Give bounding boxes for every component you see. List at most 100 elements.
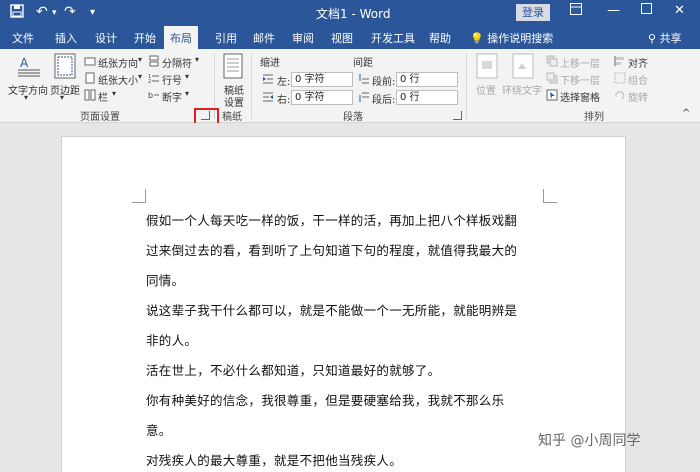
- position-icon: [476, 53, 498, 79]
- crop-mark: [543, 189, 557, 203]
- breaks-icon: [148, 55, 160, 67]
- text-line: 活在世上，不必什么都知道，只知道最好的就够了。: [146, 363, 441, 378]
- arrange-group-label: 排列: [584, 112, 604, 123]
- close-icon[interactable]: ✕: [674, 3, 685, 18]
- indent-right-label: 右:: [277, 95, 291, 106]
- undo-icon[interactable]: ↶: [36, 4, 48, 20]
- selection-pane-button[interactable]: 选择窗格: [560, 89, 600, 104]
- text-line: 过来倒过去的看，看到听了上句知道下句的程度，就值得我最大的: [146, 243, 518, 258]
- indent-title: 缩进: [260, 58, 280, 69]
- group-icon: [614, 72, 626, 84]
- bring-forward-button[interactable]: 上移一层: [560, 55, 600, 70]
- size-icon: [84, 72, 96, 84]
- tell-me-search[interactable]: 💡 操作说明搜索: [470, 30, 553, 46]
- indent-right-input[interactable]: 0 字符: [291, 90, 353, 105]
- lightbulb-icon: 💡: [470, 32, 484, 45]
- breaks-button[interactable]: 分隔符: [162, 55, 192, 70]
- spacing-after-input[interactable]: 0 行: [396, 90, 458, 105]
- save-icon[interactable]: [10, 4, 24, 22]
- group-divider: [466, 53, 467, 119]
- text-line: 非的人。: [146, 333, 198, 348]
- margins-icon: [54, 53, 76, 79]
- chevron-down-icon: ▾: [24, 93, 29, 102]
- undo-dropdown-icon[interactable]: ▾: [52, 8, 57, 18]
- person-icon: ⚲: [648, 32, 657, 45]
- tab-layout[interactable]: 布局: [164, 26, 198, 49]
- tab-references[interactable]: 引用: [215, 30, 237, 46]
- ribbon-tabs: 文件 插入 设计 开始 布局 引用 邮件 审阅 视图 开发工具 帮助 💡 操作说…: [0, 26, 700, 49]
- spacing-after-icon: [358, 91, 370, 103]
- rotate-button[interactable]: 旋转: [628, 89, 648, 104]
- orientation-button[interactable]: 纸张方向: [98, 55, 138, 70]
- group-divider: [251, 53, 252, 119]
- indent-left-label: 左:: [277, 77, 291, 88]
- tab-help[interactable]: 帮助: [429, 30, 451, 46]
- chevron-down-icon: ▾: [195, 55, 200, 64]
- tab-insert[interactable]: 插入: [55, 30, 77, 46]
- document-canvas: 假如一个人每天吃一样的饭，干一样的活，再加上把八个样板戏翻 过来倒过去的看，看到…: [0, 123, 700, 472]
- tab-home[interactable]: 开始: [134, 30, 156, 46]
- size-button[interactable]: 纸张大小: [98, 72, 138, 87]
- maximize-icon[interactable]: [641, 3, 652, 18]
- text-line: 对残疾人的最大尊重，就是不把他当残疾人。: [146, 453, 403, 468]
- indent-left-input[interactable]: 0 字符: [291, 72, 353, 87]
- manuscript-group-label: 稿纸: [222, 112, 242, 123]
- tab-view[interactable]: 视图: [331, 30, 353, 46]
- paragraph-group-label: 段落: [343, 112, 363, 123]
- chevron-down-icon: ▾: [185, 72, 190, 81]
- hyphenation-button[interactable]: 断字: [162, 89, 182, 104]
- align-icon: [614, 55, 626, 67]
- ribbon-layout: A 文字方向 ▾ 页边距 ▾ 纸张方向 ▾ 纸张大小 ▾ 栏 ▾ 分隔符 ▾ 1…: [0, 49, 700, 123]
- document-page[interactable]: 假如一个人每天吃一样的饭，干一样的活，再加上把八个样板戏翻 过来倒过去的看，看到…: [61, 136, 626, 472]
- indent-right-icon: [262, 91, 274, 103]
- tab-mailings[interactable]: 邮件: [253, 30, 275, 46]
- ribbon-display-options-icon[interactable]: [570, 3, 582, 19]
- minimize-icon[interactable]: —: [607, 3, 620, 18]
- collapse-ribbon-icon[interactable]: ^: [682, 108, 690, 119]
- title-bar: ↶ ▾ ↷ ▾ 文档1 - Word 登录 — ✕: [0, 0, 700, 26]
- spacing-title: 间距: [353, 58, 373, 69]
- text-direction-icon: A: [18, 56, 40, 77]
- align-button[interactable]: 对齐: [628, 55, 648, 70]
- text-line: 同情。: [146, 273, 185, 288]
- redo-icon[interactable]: ↷: [64, 4, 76, 20]
- text-line: 你有种美好的信念，我很尊重，但是要硬塞给我，我就不那么乐: [146, 393, 505, 408]
- chevron-down-icon: ▾: [138, 72, 143, 81]
- chevron-down-icon: ▾: [60, 93, 65, 102]
- tab-review[interactable]: 审阅: [292, 30, 314, 46]
- tab-developer[interactable]: 开发工具: [371, 30, 415, 46]
- indent-left-icon: [262, 73, 274, 85]
- send-backward-button[interactable]: 下移一层: [560, 72, 600, 87]
- spacing-before-icon: [358, 73, 370, 85]
- selection-pane-icon: [546, 89, 558, 101]
- group-button[interactable]: 组合: [628, 72, 648, 87]
- hyphenation-icon: b: [148, 89, 160, 101]
- paragraph-dialog-launcher[interactable]: [453, 111, 462, 120]
- bring-forward-icon: [546, 55, 558, 67]
- wrap-text-icon: [512, 53, 534, 79]
- columns-button[interactable]: 栏: [98, 89, 108, 104]
- svg-text:2: 2: [148, 79, 151, 84]
- login-button[interactable]: 登录: [516, 4, 550, 21]
- spacing-before-label: 段前:: [372, 77, 396, 88]
- customize-qat-icon[interactable]: ▾: [90, 7, 95, 18]
- svg-text:A: A: [20, 56, 29, 70]
- share-button[interactable]: ⚲ 共享: [648, 30, 682, 46]
- text-line: 意。: [146, 423, 172, 438]
- crop-mark: [132, 189, 146, 203]
- spacing-after-label: 段后:: [372, 95, 396, 106]
- columns-icon: [84, 89, 96, 101]
- tab-design[interactable]: 设计: [95, 30, 117, 46]
- spacing-before-input[interactable]: 0 行: [396, 72, 458, 87]
- text-line: 假如一个人每天吃一样的饭，干一样的活，再加上把八个样板戏翻: [146, 213, 518, 228]
- chevron-down-icon: ▾: [138, 55, 143, 64]
- send-backward-icon: [546, 72, 558, 84]
- line-numbers-button[interactable]: 行号: [162, 72, 182, 87]
- manuscript-icon: [223, 53, 243, 79]
- tab-file[interactable]: 文件: [12, 30, 34, 46]
- text-line: 说这辈子我干什么都可以，就是不能做一个一无所能，就能明辨是: [146, 303, 518, 318]
- line-numbers-icon: 12: [148, 72, 160, 85]
- document-title: 文档1 - Word: [316, 7, 391, 21]
- chevron-down-icon: ▾: [185, 89, 190, 98]
- watermark: 知乎 @小周同学: [538, 433, 641, 449]
